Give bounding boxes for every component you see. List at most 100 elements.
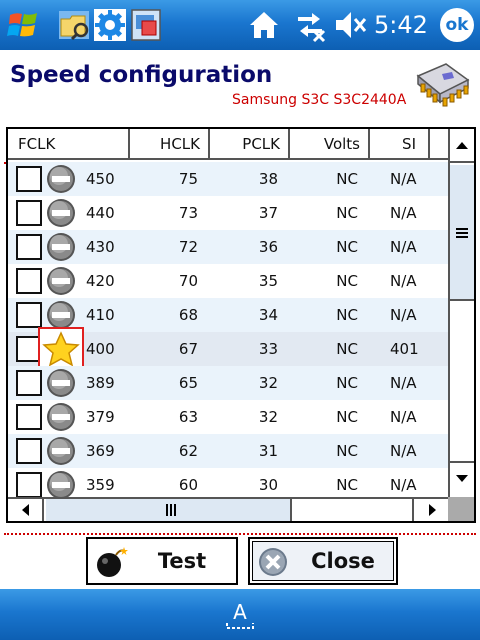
cell-pclk: 35	[258, 272, 278, 290]
column-header-fclk[interactable]: FCLK	[8, 129, 130, 160]
windows-start-icon[interactable]	[6, 7, 42, 43]
cell-si: N/A	[390, 306, 417, 324]
minus-circle-icon[interactable]	[46, 402, 76, 432]
table-row[interactable]: 440 73 37 NC N/A	[8, 196, 448, 230]
arrow-down-icon	[456, 475, 468, 482]
cell-pclk: 31	[258, 442, 278, 460]
cell-hclk: 70	[178, 272, 198, 290]
star-icon[interactable]	[38, 327, 84, 371]
taskbar: 5:42 ok	[0, 0, 480, 50]
test-button[interactable]: Test	[86, 537, 238, 585]
application-icon[interactable]	[128, 7, 164, 43]
column-header-pclk[interactable]: PCLK	[210, 129, 290, 160]
scrollbar-corner	[448, 497, 474, 521]
cell-fclk: 400	[86, 340, 115, 358]
cell-hclk: 72	[178, 238, 198, 256]
table-row[interactable]: 420 70 35 NC N/A	[8, 264, 448, 298]
minus-circle-icon[interactable]	[46, 470, 76, 498]
column-header-hclk[interactable]: HCLK	[130, 129, 210, 160]
ok-button[interactable]: ok	[440, 8, 474, 42]
cell-pclk: 37	[258, 204, 278, 222]
cell-si: 401	[390, 340, 419, 358]
close-button[interactable]: Close	[248, 537, 398, 585]
cell-hclk: 65	[178, 374, 198, 392]
row-checkbox[interactable]	[16, 438, 42, 464]
cell-pclk: 36	[258, 238, 278, 256]
clock-speed-table: FCLK HCLK PCLK Volts SI 450 75 38 NC N/A 440 7…	[6, 127, 476, 523]
volume-muted-icon[interactable]	[332, 7, 368, 43]
table-row[interactable]: 369 62 31 NC N/A	[8, 434, 448, 468]
row-checkbox[interactable]	[16, 302, 42, 328]
scroll-up-button[interactable]	[450, 129, 474, 163]
horizontal-scroll-thumb[interactable]	[46, 499, 292, 521]
row-checkbox[interactable]	[16, 404, 42, 430]
row-checkbox[interactable]	[16, 472, 42, 498]
minus-circle-icon[interactable]	[46, 266, 76, 296]
cell-volts: NC	[336, 340, 358, 358]
minus-circle-icon[interactable]	[46, 436, 76, 466]
table-row[interactable]: 410 68 34 NC N/A	[8, 298, 448, 332]
minus-circle-icon[interactable]	[46, 300, 76, 330]
minus-circle-icon[interactable]	[46, 368, 76, 398]
keyboard-input-icon[interactable]: A	[222, 597, 258, 633]
scroll-left-button[interactable]	[8, 499, 44, 521]
cell-fclk: 379	[86, 408, 115, 426]
cell-fclk: 359	[86, 476, 115, 494]
table-row[interactable]: 430 72 36 NC N/A	[8, 230, 448, 264]
table-row[interactable]: 359 60 30 NC N/A	[8, 468, 448, 498]
horizontal-scrollbar[interactable]	[8, 497, 448, 521]
cell-volts: NC	[336, 204, 358, 222]
cell-fclk: 430	[86, 238, 115, 256]
column-header-si[interactable]: SI	[370, 129, 430, 160]
cell-si: N/A	[390, 204, 417, 222]
grip-lines-icon	[166, 504, 176, 516]
cell-pclk: 38	[258, 170, 278, 188]
bomb-icon	[97, 547, 128, 577]
settings-gear-icon[interactable]	[92, 7, 128, 43]
cell-hclk: 62	[178, 442, 198, 460]
scroll-down-button[interactable]	[450, 461, 474, 495]
cell-volts: NC	[336, 408, 358, 426]
scroll-right-button[interactable]	[412, 499, 448, 521]
vertical-scrollbar[interactable]	[448, 129, 474, 497]
vertical-scroll-thumb[interactable]	[450, 165, 474, 301]
row-checkbox[interactable]	[16, 166, 42, 192]
connectivity-icon[interactable]	[292, 7, 328, 43]
cell-volts: NC	[336, 306, 358, 324]
cell-fclk: 450	[86, 170, 115, 188]
cpu-chip-icon	[416, 63, 470, 107]
cell-si: N/A	[390, 476, 417, 494]
row-checkbox[interactable]	[16, 336, 42, 362]
cell-volts: NC	[336, 374, 358, 392]
clock[interactable]: 5:42	[374, 8, 428, 42]
close-circle-icon	[259, 548, 287, 576]
table-row[interactable]: 450 75 38 NC N/A	[8, 162, 448, 196]
cell-pclk: 32	[258, 374, 278, 392]
row-checkbox[interactable]	[16, 370, 42, 396]
cell-pclk: 30	[258, 476, 278, 494]
row-checkbox[interactable]	[16, 268, 42, 294]
sip-label: A	[233, 600, 247, 624]
column-header-row: FCLK HCLK PCLK Volts SI	[8, 129, 448, 161]
minus-circle-icon[interactable]	[46, 164, 76, 194]
row-checkbox[interactable]	[16, 200, 42, 226]
cell-si: N/A	[390, 442, 417, 460]
header: Speed configuration Samsung S3C S3C2440A	[0, 50, 480, 164]
file-explorer-icon[interactable]	[56, 7, 92, 43]
softkey-bar: A	[0, 589, 480, 640]
table-row[interactable]: 400 67 33 NC 401	[8, 327, 448, 371]
cell-fclk: 440	[86, 204, 115, 222]
table-row[interactable]: 389 65 32 NC N/A	[8, 366, 448, 400]
table-row[interactable]: 379 63 32 NC N/A	[8, 400, 448, 434]
cell-pclk: 34	[258, 306, 278, 324]
test-button-label: Test	[157, 549, 207, 573]
column-header-volts[interactable]: Volts	[290, 129, 370, 160]
minus-circle-icon[interactable]	[46, 232, 76, 262]
cell-fclk: 389	[86, 374, 115, 392]
close-button-label: Close	[311, 549, 375, 573]
cell-pclk: 32	[258, 408, 278, 426]
row-checkbox[interactable]	[16, 234, 42, 260]
cell-volts: NC	[336, 476, 358, 494]
home-icon[interactable]	[246, 7, 282, 43]
minus-circle-icon[interactable]	[46, 198, 76, 228]
